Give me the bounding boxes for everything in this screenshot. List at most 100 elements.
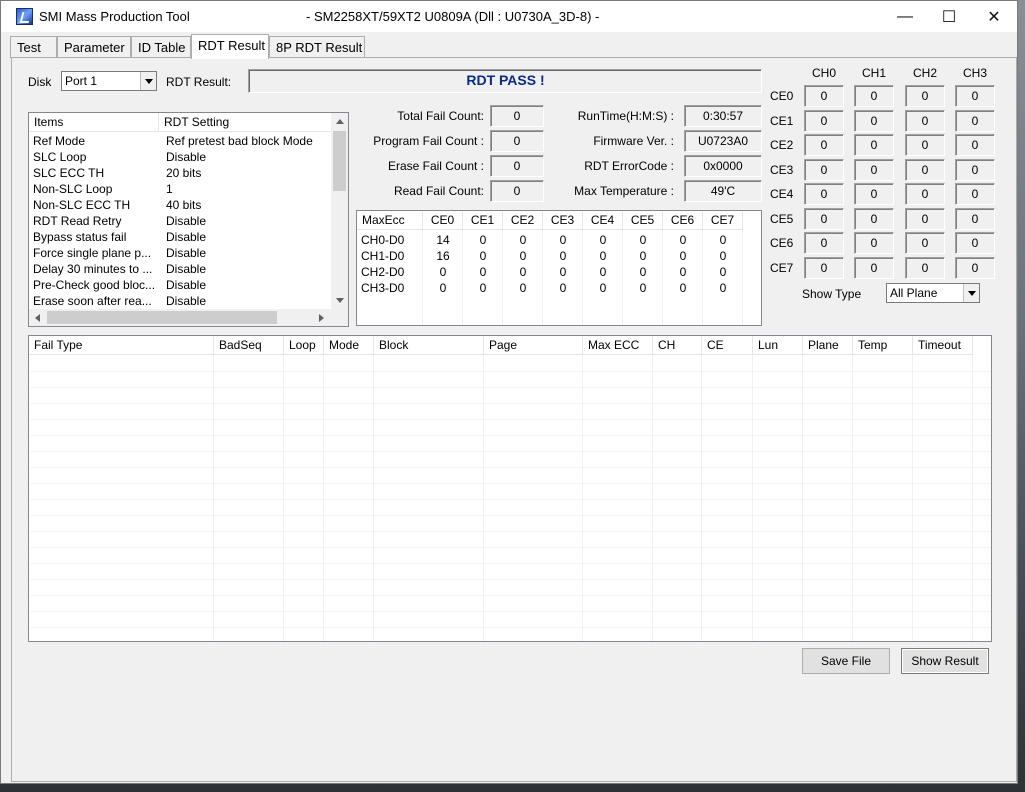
settings-row[interactable]: SLC Loop Disable bbox=[29, 149, 331, 165]
fail-gridline bbox=[852, 355, 853, 641]
settings-row[interactable]: Delay 30 minutes to ... Disable bbox=[29, 261, 331, 277]
fail-header-cell[interactable]: Plane bbox=[803, 336, 853, 355]
settings-row[interactable]: SLC ECC TH 20 bits bbox=[29, 165, 331, 181]
maxecc-header-cell[interactable]: CE2 bbox=[503, 211, 543, 230]
maxecc-gridline bbox=[462, 230, 463, 325]
maxecc-header: MaxEcc CE0 CE1 CE2 CE3 CE4 CE5 CE6 CE7 bbox=[357, 211, 743, 230]
maximize-icon[interactable]: ☐ bbox=[926, 1, 972, 32]
chevron-down-icon[interactable] bbox=[140, 72, 156, 90]
tab-test[interactable]: Test bbox=[10, 36, 57, 58]
fail-header-cell[interactable]: Block bbox=[374, 336, 484, 355]
ce-label: CE2 bbox=[770, 138, 794, 152]
settings-row[interactable]: Non-SLC ECC TH 40 bits bbox=[29, 197, 331, 213]
settings-row[interactable]: Erase soon after rea... Disable bbox=[29, 293, 331, 309]
settings-row[interactable]: Pre-Check good bloc... Disable bbox=[29, 277, 331, 293]
tab-parameter[interactable]: Parameter bbox=[57, 36, 131, 58]
grid-cell: 0 bbox=[905, 207, 945, 230]
maxecc-header-cell[interactable]: CE0 bbox=[423, 211, 463, 230]
stat-value: 0 bbox=[490, 155, 544, 177]
fail-gridline bbox=[29, 499, 991, 500]
maxecc-row[interactable]: CH2-D0 0 0 0 0 0 0 0 0 bbox=[357, 264, 743, 280]
settings-row[interactable]: Force single plane p... Disable bbox=[29, 245, 331, 261]
fail-header-cell[interactable]: Lun bbox=[753, 336, 803, 355]
maxecc-header-cell[interactable]: CE1 bbox=[463, 211, 503, 230]
maxecc-cell: 0 bbox=[679, 265, 687, 279]
fail-header-cell[interactable]: Fail Type bbox=[29, 336, 214, 355]
settings-row[interactable]: Non-SLC Loop 1 bbox=[29, 181, 331, 197]
maxecc-cell: CH1-D0 bbox=[361, 249, 405, 263]
fail-gridline bbox=[29, 579, 991, 580]
grid-cell: 0 bbox=[955, 183, 995, 205]
save-file-button[interactable]: Save File bbox=[802, 648, 890, 674]
settings-row[interactable]: RDT Read Retry Disable bbox=[29, 213, 331, 229]
disk-select[interactable]: Port 1 bbox=[61, 71, 157, 91]
fail-gridline bbox=[323, 355, 324, 641]
grid-cell: 0 bbox=[854, 158, 894, 181]
chevron-down-icon[interactable] bbox=[963, 284, 979, 302]
maxecc-header-cell[interactable]: CE5 bbox=[623, 211, 663, 230]
maxecc-header-cell[interactable]: MaxEcc bbox=[357, 211, 423, 230]
fail-header-cell[interactable]: Page bbox=[484, 336, 583, 355]
ce-label: CE1 bbox=[770, 113, 794, 128]
settings-value: Disable bbox=[166, 150, 207, 164]
fail-gridline bbox=[29, 563, 991, 564]
fail-table[interactable]: Fail Type BadSeq Loop Mode Block Page Max ECC C… bbox=[28, 335, 992, 642]
title-bar[interactable]: SMI Mass Production Tool - SM2258XT/59XT… bbox=[1, 1, 1017, 32]
maxecc-row[interactable]: CH0-D0 14 0 0 0 0 0 0 0 bbox=[357, 232, 743, 248]
fail-header-cell[interactable]: BadSeq bbox=[214, 336, 284, 355]
maxecc-header-cell[interactable]: CE6 bbox=[663, 211, 703, 230]
maxecc-header-cell[interactable]: CE3 bbox=[543, 211, 583, 230]
maxecc-gridline bbox=[542, 230, 543, 325]
maxecc-cell: 0 bbox=[519, 281, 527, 295]
show-type-select[interactable]: All Plane bbox=[886, 283, 980, 303]
maxecc-cell: 0 bbox=[679, 249, 687, 263]
maxecc-gridline bbox=[422, 230, 423, 325]
settings-hscroll[interactable] bbox=[29, 309, 331, 326]
maxecc-cell: 0 bbox=[559, 233, 567, 247]
tab-rdt-result[interactable]: RDT Result bbox=[191, 34, 269, 59]
maxecc-table[interactable]: MaxEcc CE0 CE1 CE2 CE3 CE4 CE5 CE6 CE7 CH0-D0 14 0… bbox=[356, 210, 762, 326]
main-window: SMI Mass Production Tool - SM2258XT/59XT… bbox=[0, 0, 1018, 784]
settings-value: Disable bbox=[166, 294, 207, 308]
stat-value: 0:30:57 bbox=[684, 105, 762, 127]
maxecc-header-cell[interactable]: CE4 bbox=[583, 211, 623, 230]
grid-cell: 0 bbox=[804, 134, 844, 156]
fail-header-cell[interactable]: Timeout bbox=[913, 336, 973, 355]
stat-value: 0 bbox=[490, 105, 544, 127]
fail-header-cell[interactable]: Max ECC bbox=[583, 336, 653, 355]
settings-value: Disable bbox=[166, 230, 207, 244]
tab-id-table[interactable]: ID Table bbox=[131, 36, 191, 58]
maxecc-gridline bbox=[502, 230, 503, 325]
hscroll-thumb[interactable] bbox=[47, 311, 277, 324]
maxecc-row[interactable]: CH1-D0 16 0 0 0 0 0 0 0 bbox=[357, 248, 743, 264]
scroll-left-icon[interactable] bbox=[29, 309, 46, 326]
minimize-icon[interactable]: — bbox=[882, 1, 928, 32]
fail-gridline bbox=[912, 355, 913, 641]
fail-header-cell[interactable]: Temp bbox=[853, 336, 913, 355]
settings-header-setting[interactable]: RDT Setting bbox=[159, 113, 332, 132]
fail-gridline bbox=[29, 611, 991, 612]
maxecc-cell: 0 bbox=[559, 265, 567, 279]
settings-header-items[interactable]: Items bbox=[29, 113, 159, 132]
show-result-button[interactable]: Show Result bbox=[901, 648, 989, 674]
fail-header-cell[interactable]: Loop bbox=[284, 336, 324, 355]
fail-header-cell[interactable]: Mode bbox=[324, 336, 374, 355]
tab-8p-rdt-result[interactable]: 8P RDT Result bbox=[269, 36, 365, 58]
settings-row[interactable]: Bypass status fail Disable bbox=[29, 229, 331, 245]
close-icon[interactable]: ✕ bbox=[971, 1, 1017, 32]
settings-list[interactable]: Items RDT Setting Ref Mode Ref pretest ba… bbox=[28, 112, 349, 327]
maxecc-gridline bbox=[702, 230, 703, 325]
scroll-right-icon[interactable] bbox=[313, 309, 330, 326]
fail-header-cell[interactable]: CE bbox=[702, 336, 753, 355]
scroll-down-icon[interactable] bbox=[331, 292, 348, 309]
settings-item: Bypass status fail bbox=[33, 230, 127, 244]
maxecc-gridline bbox=[662, 230, 663, 325]
maxecc-cell: 0 bbox=[599, 281, 607, 295]
maxecc-row[interactable]: CH3-D0 0 0 0 0 0 0 0 0 bbox=[357, 280, 743, 296]
fail-header-cell[interactable]: CH bbox=[653, 336, 702, 355]
settings-row[interactable]: Ref Mode Ref pretest bad block Mode bbox=[29, 133, 331, 149]
maxecc-header-cell[interactable]: CE7 bbox=[703, 211, 743, 230]
settings-value: Disable bbox=[166, 262, 207, 276]
grid-cell: 0 bbox=[854, 256, 894, 279]
stat-label: Program Fail Count : bbox=[373, 134, 484, 148]
